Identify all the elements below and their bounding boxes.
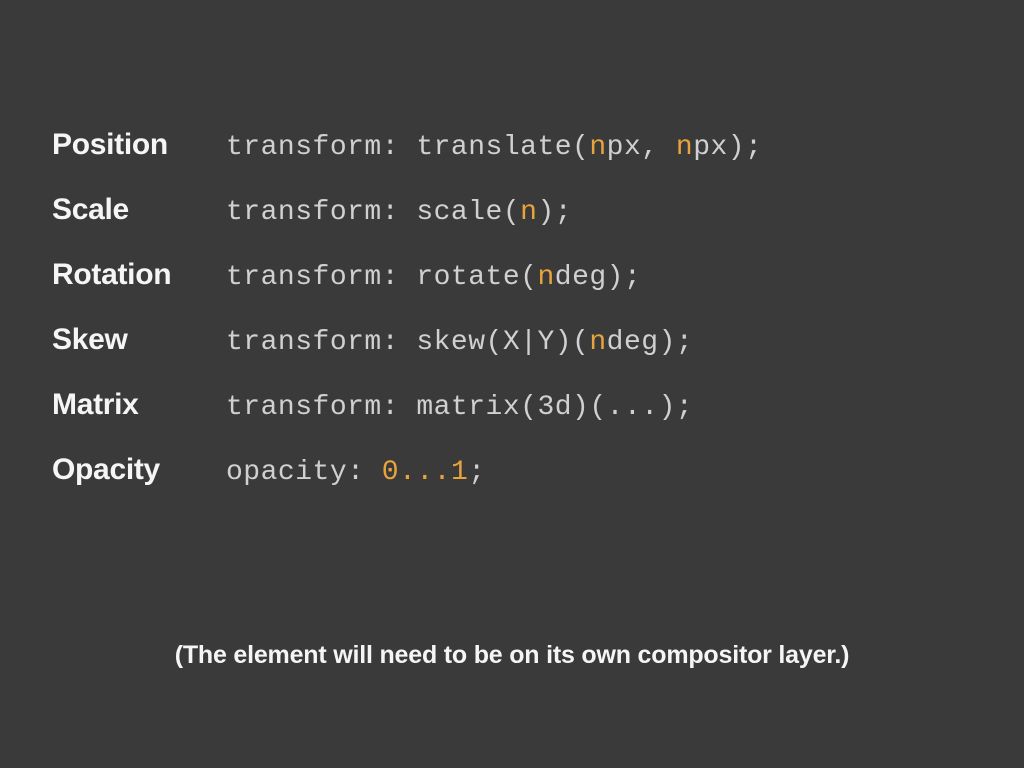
footnote: (The element will need to be on its own …: [0, 641, 1024, 670]
row-label: Rotation: [52, 258, 226, 292]
row-code: transform: scale(n);: [226, 197, 572, 228]
table-row: Rotation transform: rotate(ndeg);: [52, 258, 972, 293]
row-code: transform: translate(npx, npx);: [226, 132, 762, 163]
table-row: Position transform: translate(npx, npx);: [52, 128, 972, 163]
row-label: Scale: [52, 193, 226, 227]
row-label: Matrix: [52, 388, 226, 422]
row-label: Skew: [52, 323, 226, 357]
table-row: Opacity opacity: 0...1;: [52, 453, 972, 488]
transform-table: Position transform: translate(npx, npx);…: [0, 0, 1024, 488]
table-row: Scale transform: scale(n);: [52, 193, 972, 228]
row-code: opacity: 0...1;: [226, 457, 486, 488]
row-code: transform: matrix(3d)(...);: [226, 392, 693, 423]
table-row: Matrix transform: matrix(3d)(...);: [52, 388, 972, 423]
row-code: transform: skew(X|Y)(ndeg);: [226, 327, 693, 358]
row-label: Position: [52, 128, 226, 162]
table-row: Skew transform: skew(X|Y)(ndeg);: [52, 323, 972, 358]
row-code: transform: rotate(ndeg);: [226, 262, 641, 293]
row-label: Opacity: [52, 453, 226, 487]
